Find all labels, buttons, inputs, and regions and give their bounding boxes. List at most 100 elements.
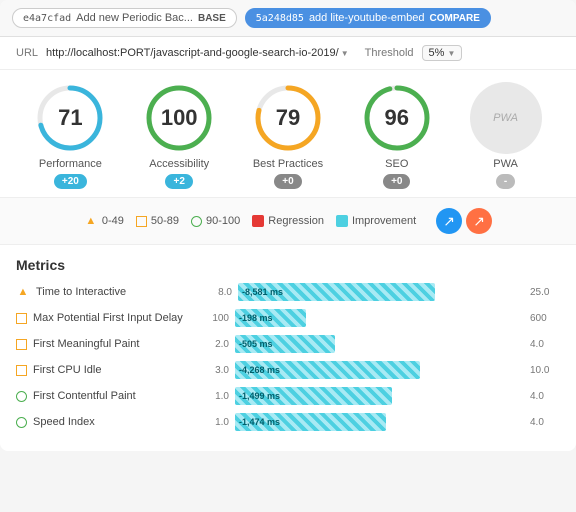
score-label-3: SEO	[385, 158, 408, 170]
base-commit-tag[interactable]: e4a7cfad Add new Periodic Bac... BASE	[12, 8, 237, 28]
score-circle-1: 100	[143, 82, 215, 154]
metric-threshold: 4.0	[530, 391, 560, 402]
compare-badge: COMPARE	[430, 13, 480, 24]
metric-name: Time to Interactive	[36, 286, 196, 298]
metric-bar-container: -4,268 ms	[235, 361, 520, 379]
score-label-1: Accessibility	[149, 158, 209, 170]
score-item-best-practices: 79 Best Practices +0	[252, 82, 324, 189]
scores-section: 71 Performance +20 100 Accessibility +2	[0, 70, 576, 198]
score-item-accessibility: 100 Accessibility +2	[143, 82, 215, 189]
metric-icon-square	[16, 365, 27, 376]
action-btn-orange[interactable]: ↗	[466, 208, 492, 234]
metric-row: Speed Index 1.0 -1,474 ms 4.0	[16, 413, 560, 431]
metric-bar-container: -8,581 ms	[238, 283, 520, 301]
metric-row: Max Potential First Input Delay 100 -198…	[16, 309, 560, 327]
metrics-title: Metrics	[16, 257, 560, 273]
regression-icon	[252, 215, 264, 227]
score-label-2: Best Practices	[253, 158, 323, 170]
metric-name: Speed Index	[33, 416, 193, 428]
legend-item-improvement: Improvement	[336, 215, 416, 227]
threshold-chevron-icon: ▼	[447, 49, 455, 58]
legend-actions: ↗ ↗	[436, 208, 492, 234]
score-label-0: Performance	[39, 158, 102, 170]
metric-threshold: 10.0	[530, 365, 560, 376]
metric-threshold: 600	[530, 313, 560, 324]
improvement-icon	[336, 215, 348, 227]
metric-bar: -1,474 ms	[235, 413, 386, 431]
metric-name: Max Potential First Input Delay	[33, 312, 193, 324]
metric-bar-container: -198 ms	[235, 309, 520, 327]
url-dropdown[interactable]: http://localhost:PORT/javascript-and-goo…	[46, 47, 349, 59]
score-item-seo: 96 SEO +0	[361, 82, 433, 189]
score-delta-2: +0	[274, 174, 301, 189]
legend-item-50-89: 50-89	[136, 215, 179, 227]
threshold-label: Threshold	[365, 47, 414, 59]
metric-bar: -8,581 ms	[238, 283, 435, 301]
metric-icon-circle	[16, 417, 27, 428]
metric-name: First Meaningful Paint	[33, 338, 193, 350]
score-delta-3: +0	[383, 174, 410, 189]
url-value: http://localhost:PORT/javascript-and-goo…	[46, 47, 339, 59]
compare-hash: 5a248d85	[256, 13, 304, 24]
score-number-0: 71	[58, 105, 82, 131]
threshold-value-text: 5%	[429, 47, 445, 59]
metric-threshold: 4.0	[530, 417, 560, 428]
legend-label-regression: Regression	[268, 215, 324, 227]
metric-base: 8.0	[202, 287, 232, 298]
metric-base: 1.0	[199, 391, 229, 402]
metric-bar: -505 ms	[235, 335, 335, 353]
metric-bar-container: -505 ms	[235, 335, 520, 353]
metric-bar-container: -1,499 ms	[235, 387, 520, 405]
legend: ▲ 0-49 50-89 90-100 Regression Improveme…	[0, 198, 576, 245]
metric-rows-container: ▲ Time to Interactive 8.0 -8,581 ms 25.0…	[16, 283, 560, 431]
base-badge: BASE	[198, 13, 226, 24]
legend-label-90-100: 90-100	[206, 215, 240, 227]
metric-name: First Contentful Paint	[33, 390, 193, 402]
score-label-pwa: PWA	[493, 158, 518, 170]
action-btn-blue[interactable]: ↗	[436, 208, 462, 234]
legend-item-0-49: ▲ 0-49	[84, 214, 124, 228]
score-item-pwa: PWA PWA -	[470, 82, 542, 189]
metric-bar: -4,268 ms	[235, 361, 420, 379]
metric-icon-triangle: ▲	[16, 286, 30, 298]
url-chevron-icon: ▼	[341, 49, 349, 58]
metric-row: First Meaningful Paint 2.0 -505 ms 4.0	[16, 335, 560, 353]
legend-label-improvement: Improvement	[352, 215, 416, 227]
metric-base: 1.0	[199, 417, 229, 428]
base-hash: e4a7cfad	[23, 13, 71, 24]
square-icon	[136, 216, 147, 227]
metric-bar: -1,499 ms	[235, 387, 392, 405]
pwa-circle: PWA	[470, 82, 542, 154]
score-circle-3: 96	[361, 82, 433, 154]
legend-label-0-49: 0-49	[102, 215, 124, 227]
compare-commit-tag[interactable]: 5a248d85 add lite-youtube-embed COMPARE	[245, 8, 491, 28]
metric-row: ▲ Time to Interactive 8.0 -8,581 ms 25.0	[16, 283, 560, 301]
score-delta-0: +20	[54, 174, 87, 189]
metric-base: 2.0	[199, 339, 229, 350]
legend-item-90-100: 90-100	[191, 215, 240, 227]
triangle-icon: ▲	[84, 214, 98, 228]
metric-base: 100	[199, 313, 229, 324]
threshold-dropdown[interactable]: 5% ▼	[422, 45, 463, 61]
score-number-3: 96	[385, 105, 409, 131]
metric-threshold: 4.0	[530, 339, 560, 350]
score-item-performance: 71 Performance +20	[34, 82, 106, 189]
metric-name: First CPU Idle	[33, 364, 193, 376]
top-bar: e4a7cfad Add new Periodic Bac... BASE 5a…	[0, 0, 576, 37]
metric-row: First CPU Idle 3.0 -4,268 ms 10.0	[16, 361, 560, 379]
legend-label-50-89: 50-89	[151, 215, 179, 227]
score-delta-1: +2	[165, 174, 192, 189]
metric-icon-circle	[16, 391, 27, 402]
metric-base: 3.0	[199, 365, 229, 376]
metric-row: First Contentful Paint 1.0 -1,499 ms 4.0	[16, 387, 560, 405]
score-number-2: 79	[276, 105, 300, 131]
score-circle-0: 71	[34, 82, 106, 154]
metric-icon-square	[16, 313, 27, 324]
metrics-section: Metrics ▲ Time to Interactive 8.0 -8,581…	[0, 245, 576, 451]
base-desc: Add new Periodic Bac...	[76, 12, 193, 24]
url-label: URL	[16, 47, 38, 59]
metric-icon-square	[16, 339, 27, 350]
metric-threshold: 25.0	[530, 287, 560, 298]
score-delta-pwa: -	[496, 174, 515, 189]
compare-desc: add lite-youtube-embed	[309, 12, 425, 24]
